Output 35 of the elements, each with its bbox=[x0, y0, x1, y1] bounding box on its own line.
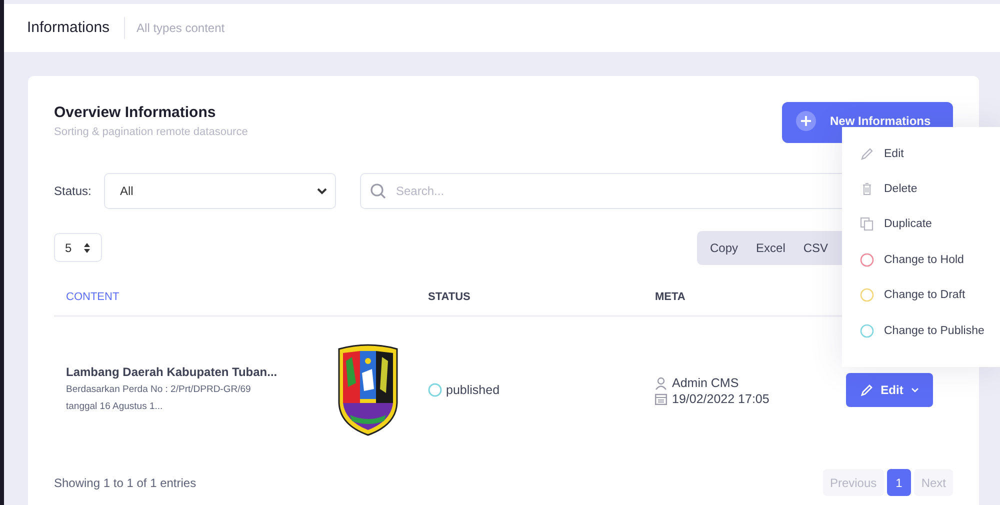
edit-dropdown-button[interactable]: Edit bbox=[846, 373, 933, 407]
chevron-down-icon bbox=[317, 187, 327, 195]
page-size-select[interactable]: 5 bbox=[54, 233, 102, 262]
page-subtitle: All types content bbox=[136, 21, 225, 35]
export-button[interactable]: CSV bbox=[794, 231, 838, 265]
row-description: Berdasarkan Perda No : 2/Prt/DPRD-GR/69 tanggal 16 Agustus 1... bbox=[66, 383, 252, 414]
status-label: Status: bbox=[54, 184, 92, 198]
status-select[interactable]: All bbox=[104, 173, 336, 209]
menu-item[interactable]: Change to Publishe bbox=[842, 312, 1000, 348]
column-header[interactable]: META bbox=[655, 291, 834, 303]
date-text: 19/02/2022 17:05 bbox=[672, 392, 770, 406]
caret-icon bbox=[911, 387, 920, 393]
menu-item[interactable]: Duplicate bbox=[842, 206, 1000, 242]
export-button[interactable]: Copy bbox=[701, 231, 748, 265]
menu-item[interactable]: Change to Draft bbox=[842, 278, 1000, 313]
entries-info: Showing 1 to 1 of 1 entries bbox=[54, 476, 196, 490]
calendar-icon bbox=[655, 393, 667, 405]
sort-icon bbox=[83, 242, 91, 254]
row-title: Lambang Daerah Kabupaten Tuban... bbox=[66, 365, 278, 379]
pencil-icon bbox=[860, 384, 873, 396]
status-text: published bbox=[446, 383, 500, 397]
export-button[interactable]: Excel bbox=[747, 231, 794, 265]
plus-icon bbox=[796, 111, 816, 131]
user-icon bbox=[655, 376, 667, 390]
author-text: Admin CMS bbox=[672, 376, 739, 390]
pencil-icon bbox=[860, 146, 874, 161]
page-title: Informations bbox=[27, 17, 125, 39]
card-title: Overview Informations bbox=[54, 104, 217, 121]
card-subtitle: Sorting & pagination remote datasource bbox=[54, 126, 248, 138]
pagination-button[interactable]: 1 bbox=[886, 469, 912, 496]
copy-icon bbox=[860, 217, 874, 232]
column-header[interactable]: STATUS bbox=[428, 291, 655, 303]
trash-icon bbox=[860, 182, 874, 196]
column-header[interactable]: CONTENT bbox=[54, 291, 428, 303]
menu-item[interactable]: Change to Hold bbox=[842, 242, 1000, 278]
